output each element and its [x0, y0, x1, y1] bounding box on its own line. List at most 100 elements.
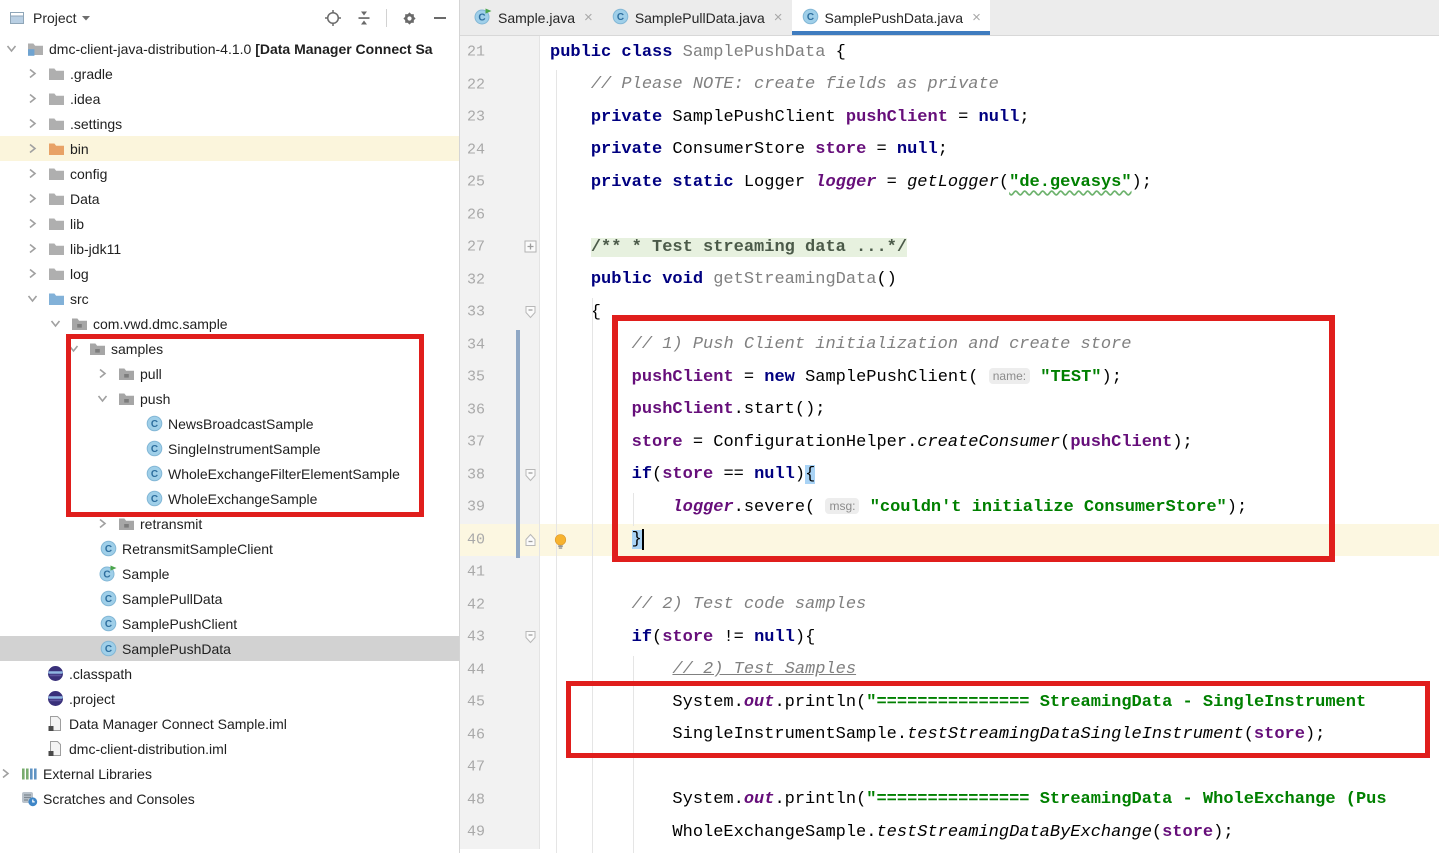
code-text[interactable]: // Please NOTE: create fields as private: [540, 69, 1439, 102]
chevron-collapsed-icon[interactable]: [27, 86, 47, 111]
tree-item-project[interactable]: .project: [0, 686, 459, 711]
code-text[interactable]: public void getStreamingData(): [540, 264, 1439, 297]
code-line-25[interactable]: 25 private static Logger logger = getLog…: [460, 166, 1439, 199]
code-line-32[interactable]: 32 public void getStreamingData(): [460, 264, 1439, 297]
tree-item-newsbroadcastsample[interactable]: CNewsBroadcastSample: [0, 411, 459, 436]
code-text[interactable]: // 2) Test Samples: [540, 654, 1439, 687]
code-text[interactable]: pushClient.start();: [540, 394, 1439, 427]
locate-icon[interactable]: [324, 9, 342, 27]
code-line-43[interactable]: 43 if(store != null){: [460, 621, 1439, 654]
chevron-collapsed-icon[interactable]: [27, 161, 47, 186]
code-text[interactable]: logger.severe( msg: "couldn't initialize…: [540, 491, 1439, 524]
tree-item-data-manager-connect-sample-iml[interactable]: Data Manager Connect Sample.iml: [0, 711, 459, 736]
code-text[interactable]: if(store != null){: [540, 621, 1439, 654]
chevron-collapsed-icon[interactable]: [97, 511, 117, 536]
tab-samplepulldata-java[interactable]: CSamplePullData.java×: [602, 0, 792, 35]
chevron-collapsed-icon[interactable]: [27, 186, 47, 211]
fold-open-icon[interactable]: [524, 468, 538, 482]
code-text[interactable]: WholeExchangeSample.testStreamingDataByE…: [540, 816, 1439, 849]
code-line-44[interactable]: 44 // 2) Test Samples: [460, 654, 1439, 687]
tree-item-bin[interactable]: bin: [0, 136, 459, 161]
close-icon[interactable]: ×: [972, 10, 981, 25]
code-text[interactable]: // 1) Push Client initialization and cre…: [540, 329, 1439, 362]
tree-item-gradle[interactable]: .gradle: [0, 61, 459, 86]
code-line-49[interactable]: 49 WholeExchangeSample.testStreamingData…: [460, 816, 1439, 849]
hide-panel-icon[interactable]: [431, 9, 449, 27]
tab-samplepushdata-java[interactable]: CSamplePushData.java×: [792, 0, 990, 35]
tree-item-idea[interactable]: .idea: [0, 86, 459, 111]
code-line-40[interactable]: 40 }: [460, 524, 1439, 557]
tree-item-com-vwd-dmc-sample[interactable]: com.vwd.dmc.sample: [0, 311, 459, 336]
chevron-expanded-icon[interactable]: [50, 311, 70, 336]
code-text[interactable]: }: [540, 524, 1439, 557]
code-text[interactable]: public class SamplePushData {: [540, 36, 1439, 69]
chevron-collapsed-icon[interactable]: [27, 61, 47, 86]
chevron-expanded-icon[interactable]: [68, 336, 88, 361]
code-line-33[interactable]: 33 {: [460, 296, 1439, 329]
tree-item-dmc-client-distribution-iml[interactable]: dmc-client-distribution.iml: [0, 736, 459, 761]
settings-gear-icon[interactable]: [400, 9, 418, 27]
code-line-23[interactable]: 23 private SamplePushClient pushClient =…: [460, 101, 1439, 134]
code-line-42[interactable]: 42 // 2) Test code samples: [460, 589, 1439, 622]
chevron-collapsed-icon[interactable]: [27, 136, 47, 161]
tree-item-lib[interactable]: lib: [0, 211, 459, 236]
chevron-collapsed-icon[interactable]: [27, 236, 47, 261]
code-line-37[interactable]: 37 store = ConfigurationHelper.createCon…: [460, 426, 1439, 459]
tree-item-samples[interactable]: samples: [0, 336, 459, 361]
intention-bulb-icon[interactable]: [552, 533, 569, 550]
tree-item-push[interactable]: push: [0, 386, 459, 411]
code-line-39[interactable]: 39 logger.severe( msg: "couldn't initial…: [460, 491, 1439, 524]
tree-item-samplepulldata[interactable]: CSamplePullData: [0, 586, 459, 611]
code-text[interactable]: System.out.println("=============== Stre…: [540, 784, 1439, 817]
code-text[interactable]: [540, 751, 1439, 784]
tree-item-classpath[interactable]: .classpath: [0, 661, 459, 686]
tree-item-src[interactable]: src: [0, 286, 459, 311]
code-text[interactable]: private static Logger logger = getLogger…: [540, 166, 1439, 199]
chevron-collapsed-icon[interactable]: [27, 261, 47, 286]
tree-item-retransmitsampleclient[interactable]: CRetransmitSampleClient: [0, 536, 459, 561]
code-text[interactable]: [540, 199, 1439, 232]
tree-item-wholeexchangesample[interactable]: CWholeExchangeSample: [0, 486, 459, 511]
fold-close-icon[interactable]: [524, 533, 538, 547]
code-line-47[interactable]: 47: [460, 751, 1439, 784]
tree-item-samplepushdata[interactable]: CSamplePushData: [0, 636, 459, 661]
editor-body[interactable]: 21public class SamplePushData {22 // Ple…: [460, 36, 1439, 853]
code-text[interactable]: pushClient = new SamplePushClient( name:…: [540, 361, 1439, 394]
chevron-collapsed-icon[interactable]: [27, 111, 47, 136]
chevron-collapsed-icon[interactable]: [97, 361, 117, 386]
code-line-45[interactable]: 45 System.out.println("=============== S…: [460, 686, 1439, 719]
code-text[interactable]: System.out.println("=============== Stre…: [540, 686, 1439, 719]
code-line-24[interactable]: 24 private ConsumerStore store = null;: [460, 134, 1439, 167]
tab-sample-java[interactable]: CSample.java×: [464, 0, 602, 35]
chevron-expanded-icon[interactable]: [6, 36, 26, 61]
tree-item-scratches-and-consoles[interactable]: Scratches and Consoles: [0, 786, 459, 811]
fold-open-icon[interactable]: [524, 305, 538, 319]
code-line-21[interactable]: 21public class SamplePushData {: [460, 36, 1439, 69]
tree-item-settings[interactable]: .settings: [0, 111, 459, 136]
tree-item-wholeexchangefilterelementsample[interactable]: CWholeExchangeFilterElementSample: [0, 461, 459, 486]
tree-item-retransmit[interactable]: retransmit: [0, 511, 459, 536]
code-line-36[interactable]: 36 pushClient.start();: [460, 394, 1439, 427]
code-line-35[interactable]: 35 pushClient = new SamplePushClient( na…: [460, 361, 1439, 394]
chevron-down-icon[interactable]: [81, 9, 91, 27]
tree-item-lib-jdk11[interactable]: lib-jdk11: [0, 236, 459, 261]
code-text[interactable]: // 2) Test code samples: [540, 589, 1439, 622]
chevron-collapsed-icon[interactable]: [27, 211, 47, 236]
code-text[interactable]: SingleInstrumentSample.testStreamingData…: [540, 719, 1439, 752]
chevron-collapsed-icon[interactable]: [0, 761, 20, 786]
tree-item-samplepushclient[interactable]: CSamplePushClient: [0, 611, 459, 636]
code-text[interactable]: /** * Test streaming data ...*/: [540, 231, 1439, 264]
code-text[interactable]: [540, 556, 1439, 589]
tree-item-external-libraries[interactable]: External Libraries: [0, 761, 459, 786]
code-line-26[interactable]: 26: [460, 199, 1439, 232]
chevron-expanded-icon[interactable]: [97, 386, 117, 411]
tree-item-pull[interactable]: pull: [0, 361, 459, 386]
tree-item-singleinstrumentsample[interactable]: CSingleInstrumentSample: [0, 436, 459, 461]
fold-open-icon[interactable]: [524, 630, 538, 644]
tree-item-sample[interactable]: CSample: [0, 561, 459, 586]
tree-item-config[interactable]: config: [0, 161, 459, 186]
code-text[interactable]: if(store == null){: [540, 459, 1439, 492]
close-icon[interactable]: ×: [584, 10, 593, 25]
code-line-27[interactable]: 27 /** * Test streaming data ...*/: [460, 231, 1439, 264]
collapse-all-icon[interactable]: [355, 9, 373, 27]
